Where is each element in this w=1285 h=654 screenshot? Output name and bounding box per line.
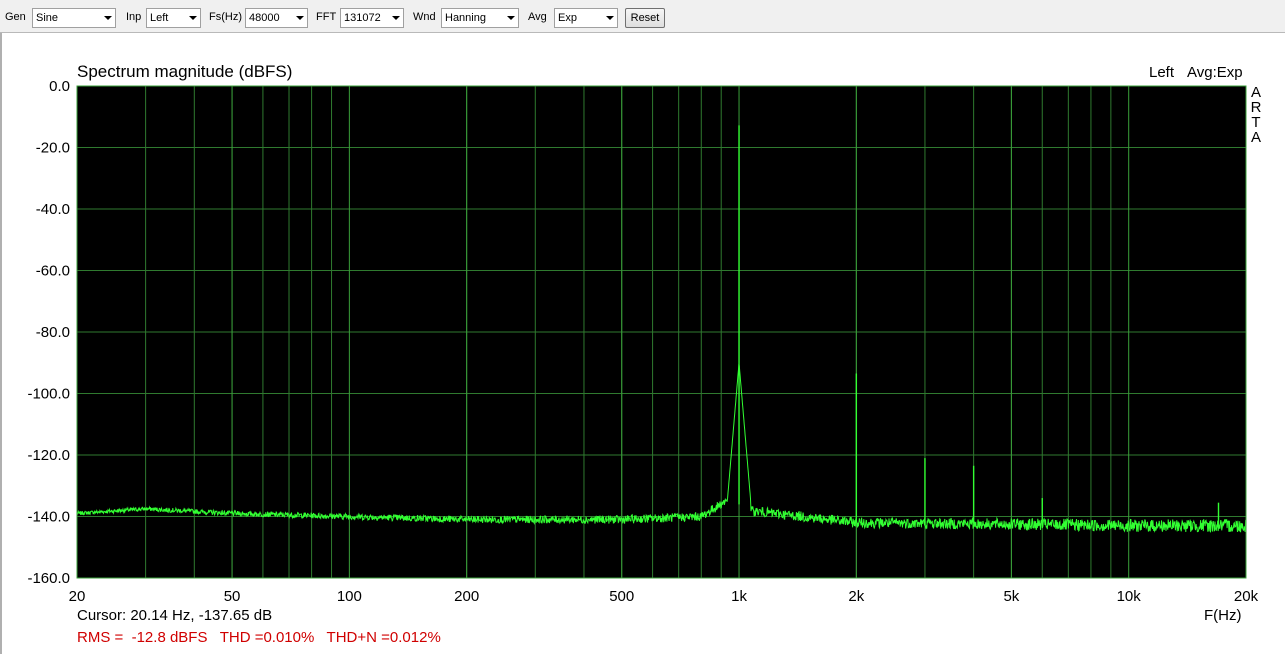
window-select[interactable]: Hanning (441, 8, 519, 28)
x-tick-label: 50 (224, 588, 241, 605)
y-tick-label: -40.0 (36, 201, 70, 218)
spectrum-panel: 0.0 -20.0 -40.0 -60.0 -80.0 -100.0 -120.0 -140.… (0, 33, 1285, 654)
input-value: Left (150, 12, 169, 24)
avg-label: Avg (528, 11, 547, 23)
x-tick-label: 100 (337, 588, 362, 605)
averaging-value: Exp (558, 12, 577, 24)
fft-size-select[interactable]: 131072 (340, 8, 404, 28)
y-tick-label: -140.0 (27, 509, 70, 526)
sample-rate-value: 48000 (249, 12, 280, 24)
toolbar: Gen Sine Inp Left Fs(Hz) 48000 FFT 13107… (0, 0, 1285, 33)
brand-letter: A (1250, 129, 1261, 146)
sample-rate-select[interactable]: 48000 (245, 8, 308, 28)
chevron-down-icon (189, 16, 197, 20)
generator-value: Sine (36, 12, 59, 24)
brand-letter: R (1250, 99, 1262, 116)
x-tick-label: 1k (731, 588, 747, 605)
x-tick-label: 10k (1117, 588, 1142, 605)
y-tick-label: -160.0 (27, 570, 70, 587)
y-tick-label: -120.0 (27, 447, 70, 464)
wnd-label: Wnd (413, 11, 436, 23)
x-tick-label: 200 (454, 588, 479, 605)
chevron-down-icon (606, 16, 614, 20)
x-tick-label: 20k (1234, 588, 1259, 605)
gen-label: Gen (5, 11, 26, 23)
x-axis-label: F(Hz) (1204, 607, 1242, 624)
chevron-down-icon (104, 16, 112, 20)
cursor-readout: Cursor: 20.14 Hz, -137.65 dB (77, 607, 273, 624)
reset-button[interactable]: Reset (625, 8, 665, 28)
fs-label: Fs(Hz) (209, 11, 242, 23)
channel-label: Left (1149, 64, 1175, 81)
avg-mode-label: Avg:Exp (1187, 64, 1243, 81)
spectrum-chart[interactable]: 0.0 -20.0 -40.0 -60.0 -80.0 -100.0 -120.0 -140.… (2, 33, 1285, 654)
chart-title: Spectrum magnitude (dBFS) (77, 62, 293, 81)
averaging-select[interactable]: Exp (554, 8, 618, 28)
fft-label: FFT (316, 11, 337, 23)
chevron-down-icon (392, 16, 400, 20)
x-tick-label: 20 (69, 588, 86, 605)
chevron-down-icon (507, 16, 515, 20)
y-tick-label: -20.0 (36, 140, 70, 157)
generator-select[interactable]: Sine (32, 8, 116, 28)
y-tick-label: -80.0 (36, 324, 70, 341)
input-select[interactable]: Left (146, 8, 201, 28)
window-value: Hanning (445, 12, 486, 24)
y-tick-label: -100.0 (27, 386, 70, 403)
brand-letter: T (1251, 114, 1261, 131)
y-tick-label: -60.0 (36, 263, 70, 280)
stats-readout: RMS = -12.8 dBFS THD =0.010% THD+N =0.01… (77, 629, 441, 646)
fft-size-value: 131072 (344, 12, 381, 24)
inp-label: Inp (126, 11, 142, 23)
x-tick-label: 5k (1003, 588, 1019, 605)
x-tick-label: 2k (848, 588, 864, 605)
y-tick-label: 0.0 (49, 78, 70, 95)
x-tick-label: 500 (609, 588, 634, 605)
chevron-down-icon (296, 16, 304, 20)
brand-letter: A (1250, 84, 1261, 101)
